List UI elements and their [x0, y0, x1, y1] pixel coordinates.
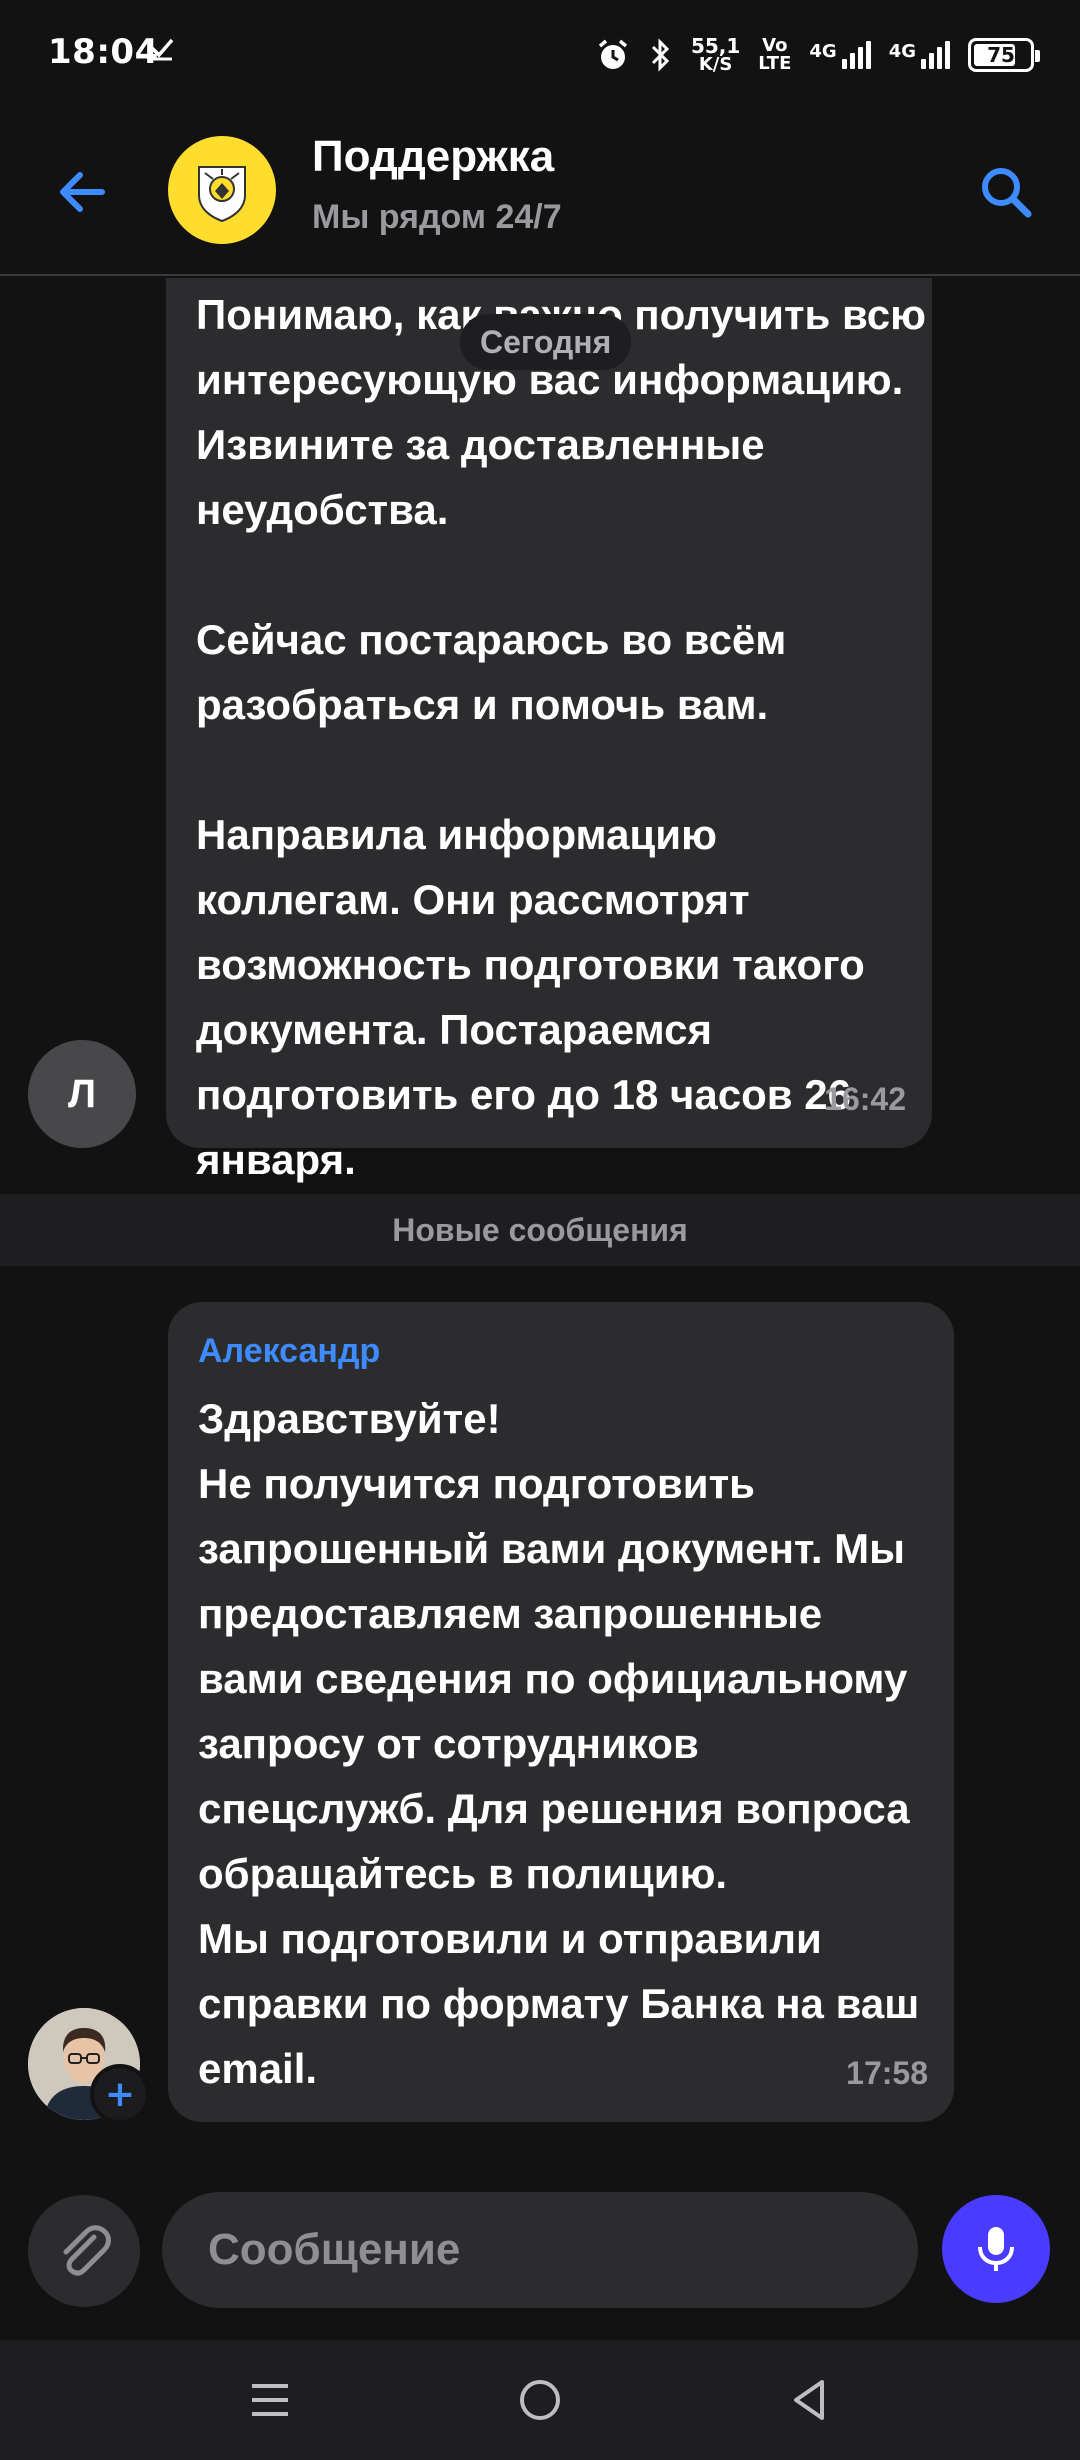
- menu-icon: [252, 2384, 288, 2416]
- search-icon: [982, 168, 1032, 218]
- signal-icon-sim2: 4G: [889, 41, 950, 69]
- bank-emblem-icon: [198, 166, 246, 223]
- date-separator: Сегодня: [460, 314, 632, 370]
- paperclip-icon: [63, 2225, 111, 2276]
- chat-subtitle: Мы рядом 24/7: [312, 198, 562, 236]
- microphone-icon: [978, 2227, 1014, 2271]
- checkmark-icon: [148, 34, 176, 70]
- bluetooth-icon: [649, 37, 673, 73]
- message-text: Понимаю, как важно получить всю интересу…: [196, 291, 926, 1183]
- home-button[interactable]: [508, 2368, 572, 2432]
- volte-indicator: Vo LTE: [758, 35, 792, 74]
- message-sender-name: Александр: [198, 1332, 381, 1370]
- signal-icon-sim1: 4G: [809, 41, 871, 69]
- message-time: 16:42: [824, 1081, 906, 1117]
- status-time: 18:04: [48, 32, 159, 72]
- chat-header: Поддержка Мы рядом 24/7: [0, 110, 1080, 276]
- status-bar: 18:04 55,1 K/S Vo LTE 4G 4G 75: [0, 0, 1080, 110]
- message-input[interactable]: [162, 2192, 918, 2308]
- message-composer: [0, 2168, 1080, 2338]
- chat-title: Поддержка: [312, 132, 555, 181]
- plus-icon[interactable]: +: [90, 2064, 150, 2124]
- network-speed: 55,1 K/S: [690, 34, 741, 75]
- attach-button[interactable]: [28, 2195, 140, 2307]
- new-messages-divider: Новые сообщения: [0, 1194, 1080, 1266]
- battery-icon: 75: [968, 38, 1040, 72]
- recent-apps-button[interactable]: [238, 2368, 302, 2432]
- avatar[interactable]: Л: [28, 1040, 136, 1148]
- message-text: Здравствуйте! Не получится подготовить з…: [198, 1395, 920, 2092]
- message-list[interactable]: Понимаю, как важно получить всю интересу…: [0, 278, 1080, 2168]
- message-bubble-incoming[interactable]: Александр Здравствуйте! Не получится под…: [168, 1302, 954, 2122]
- home-circle-icon: [520, 2380, 560, 2420]
- system-navigation-bar: [0, 2340, 1080, 2460]
- triangle-back-icon: [794, 2380, 824, 2420]
- arrow-left-icon: [60, 172, 105, 212]
- alarm-icon: [595, 37, 631, 73]
- bank-logo-avatar[interactable]: [168, 136, 276, 244]
- voice-record-button[interactable]: [942, 2195, 1050, 2303]
- back-button[interactable]: [52, 162, 112, 222]
- message-time: 17:58: [846, 2055, 928, 2091]
- system-back-button[interactable]: [778, 2368, 842, 2432]
- search-button[interactable]: [976, 162, 1036, 222]
- message-bubble-incoming[interactable]: Понимаю, как важно получить всю интересу…: [166, 278, 932, 1183]
